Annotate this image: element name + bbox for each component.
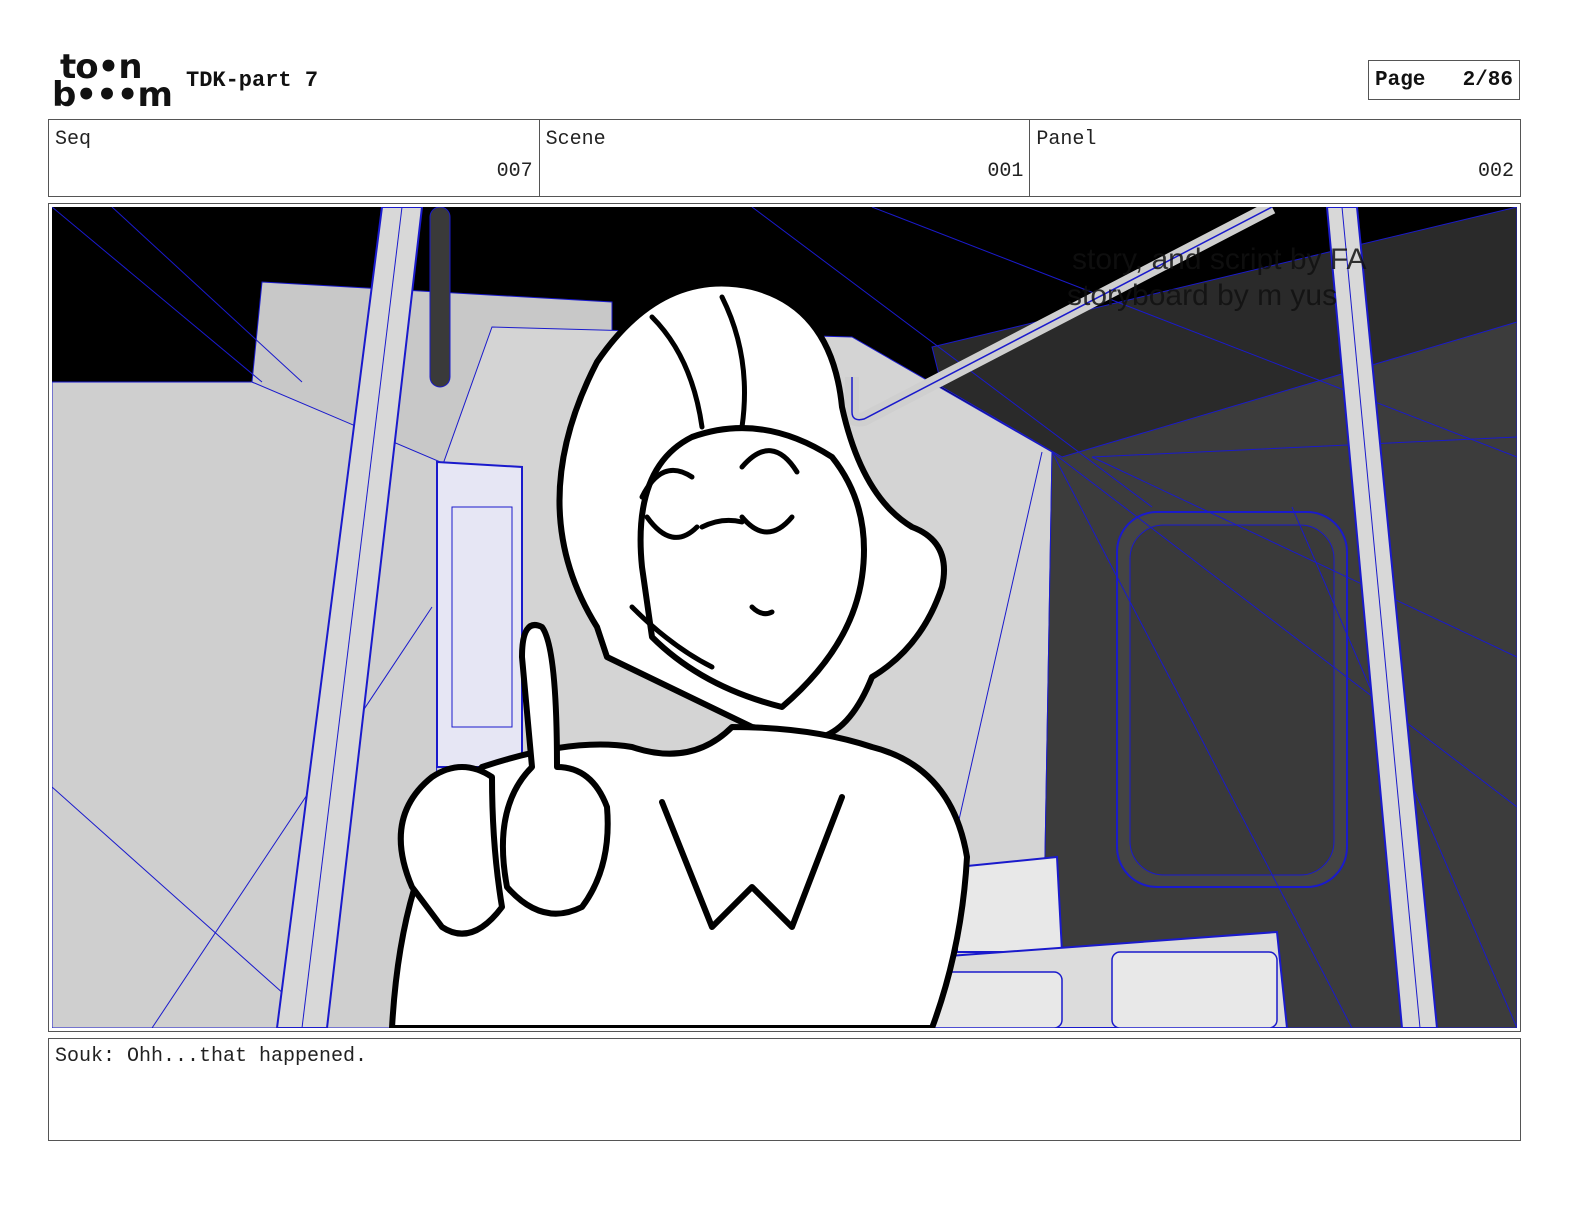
panel-drawing: story, and script by FA storyboard by m … xyxy=(52,207,1517,1028)
storyboard-panel-frame: story, and script by FA storyboard by m … xyxy=(48,203,1521,1032)
page-indicator: Page 2/86 xyxy=(1368,60,1520,100)
scene-value: 001 xyxy=(987,160,1024,183)
dialogue-box: Souk: Ohh...that happened. xyxy=(48,1038,1521,1141)
storyboard-panel-image: story, and script by FA storyboard by m … xyxy=(52,207,1517,1028)
scene-cell: Scene 001 xyxy=(540,120,1031,196)
page-number: 2/86 xyxy=(1462,68,1513,92)
page-label: Page xyxy=(1375,68,1426,92)
panel-label: Panel xyxy=(1036,128,1097,151)
panel-overlay-line1: story, and script by FA xyxy=(1072,243,1367,276)
seq-value: 007 xyxy=(496,160,533,183)
panel-cell: Panel 002 xyxy=(1030,120,1520,196)
dialogue-text: Souk: Ohh...that happened. xyxy=(55,1045,368,1068)
panel-overlay-line2: storyboard by m yus xyxy=(1067,279,1337,312)
scene-label: Scene xyxy=(545,128,606,151)
seq-label: Seq xyxy=(55,128,92,151)
document-title: TDK-part 7 xyxy=(186,68,319,93)
toonboom-logo: to•n b•••m xyxy=(52,50,173,112)
shot-info-table: Seq 007 Scene 001 Panel 002 xyxy=(48,119,1521,197)
seq-cell: Seq 007 xyxy=(49,120,540,196)
panel-value: 002 xyxy=(1478,160,1515,183)
logo-text-line2: b•••m xyxy=(52,75,173,115)
